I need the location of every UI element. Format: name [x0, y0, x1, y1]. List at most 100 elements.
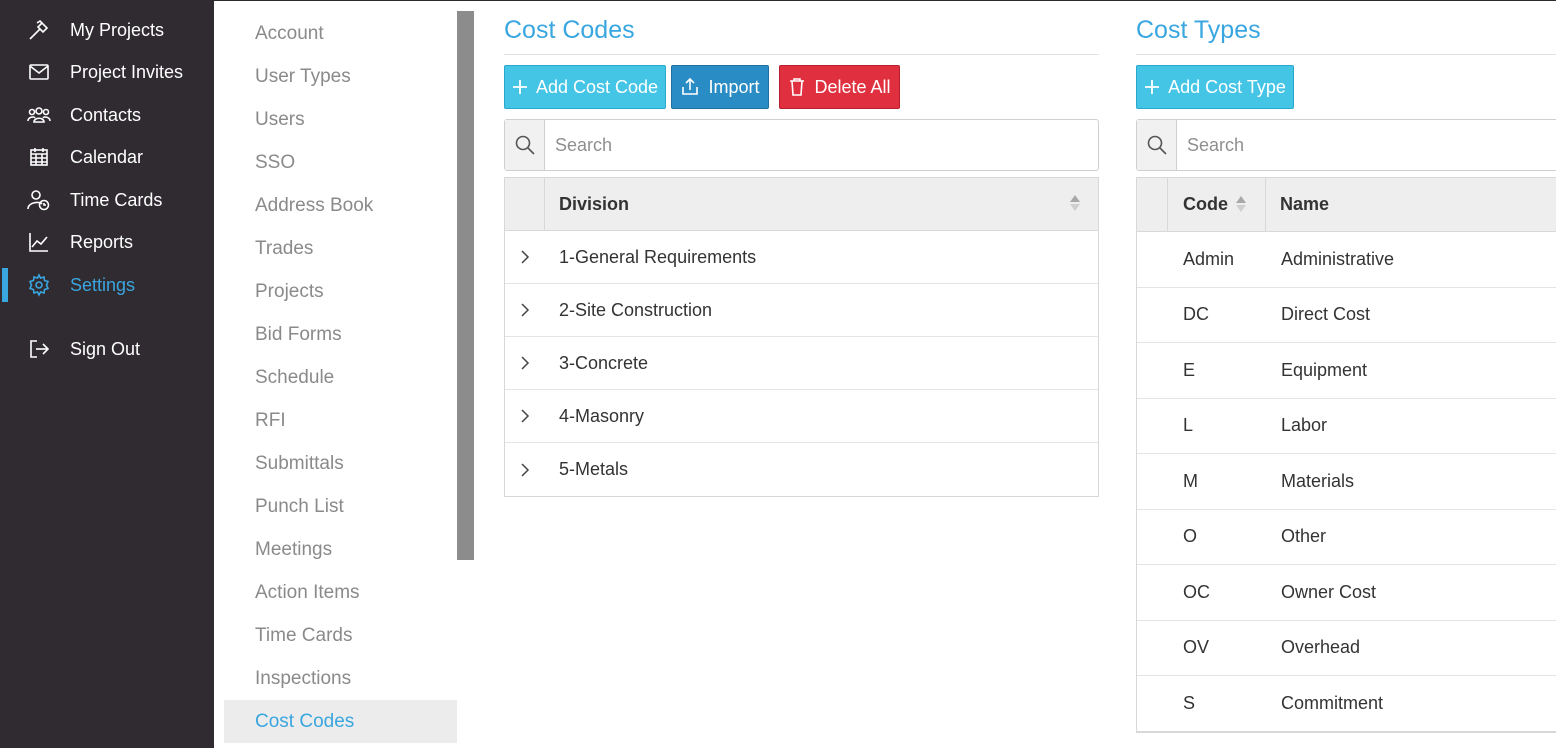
- chevron-right-icon[interactable]: [505, 409, 545, 423]
- cost-type-code: OV: [1183, 637, 1210, 658]
- nav-item-settings[interactable]: Settings: [0, 265, 214, 305]
- division-column-header[interactable]: Division: [545, 178, 1098, 230]
- table-row[interactable]: OV Overhead: [1137, 621, 1556, 676]
- gear-icon: [26, 272, 52, 298]
- trash-icon: [788, 77, 806, 97]
- cost-types-search-input[interactable]: [1177, 120, 1556, 170]
- import-button[interactable]: Import: [671, 65, 769, 109]
- add-cost-code-button[interactable]: Add Cost Code: [504, 65, 666, 109]
- table-row[interactable]: 4-Masonry: [505, 390, 1098, 443]
- division-header-label: Division: [559, 193, 630, 214]
- expand-column-header: [505, 178, 545, 230]
- nav-item-time-cards[interactable]: Time Cards: [0, 180, 214, 220]
- chevron-right-icon[interactable]: [505, 250, 545, 264]
- select-column-header: [1137, 178, 1168, 231]
- settings-menu-scrollbar[interactable]: [457, 11, 474, 560]
- cost-type-code: DC: [1183, 304, 1209, 325]
- settings-item-submittals[interactable]: Submittals: [224, 442, 457, 485]
- cost-type-code: OC: [1183, 581, 1210, 602]
- settings-item-schedule[interactable]: Schedule: [224, 356, 457, 399]
- settings-item-account[interactable]: Account: [224, 12, 457, 55]
- nav-label: Contacts: [70, 104, 142, 125]
- settings-item-inspections[interactable]: Inspections: [224, 657, 457, 700]
- table-row[interactable]: O Other: [1137, 510, 1556, 565]
- table-row[interactable]: 5-Metals: [505, 443, 1098, 496]
- division-name: 3-Concrete: [559, 352, 649, 373]
- cost-type-name: Equipment: [1281, 359, 1368, 380]
- nav-label: Settings: [70, 274, 136, 295]
- settings-item-bid-forms[interactable]: Bid Forms: [224, 313, 457, 356]
- cost-type-code: O: [1183, 526, 1198, 547]
- settings-item-users[interactable]: Users: [224, 98, 457, 141]
- cost-codes-search-input[interactable]: [545, 120, 1098, 170]
- division-name: 1-General Requirements: [559, 246, 757, 267]
- code-column-header[interactable]: Code: [1168, 178, 1266, 231]
- table-row[interactable]: 3-Concrete: [505, 337, 1098, 390]
- cost-type-name: Direct Cost: [1281, 304, 1371, 325]
- table-row[interactable]: E Equipment: [1137, 343, 1556, 399]
- cost-codes-title: Cost Codes: [504, 16, 635, 44]
- search-icon: [1137, 120, 1177, 170]
- plus-icon: [512, 79, 528, 95]
- cost-type-name: Administrative: [1281, 248, 1395, 269]
- settings-item-user-types[interactable]: User Types: [224, 55, 457, 98]
- user-clock-icon: [26, 187, 52, 213]
- envelope-icon: [26, 59, 52, 85]
- cost-type-name: Owner Cost: [1281, 581, 1377, 602]
- cost-types-search: [1136, 119, 1556, 171]
- table-row[interactable]: Admin Administrative: [1137, 232, 1556, 288]
- sort-icon: [1236, 196, 1246, 212]
- name-column-header[interactable]: Name: [1266, 178, 1556, 231]
- settings-item-punch-list[interactable]: Punch List: [224, 485, 457, 528]
- settings-item-action-items[interactable]: Action Items: [224, 571, 457, 614]
- settings-item-address-book[interactable]: Address Book: [224, 184, 457, 227]
- table-row[interactable]: 1-General Requirements: [505, 231, 1098, 284]
- cost-types-divider: [1136, 54, 1556, 55]
- people-icon: [26, 102, 52, 128]
- cost-type-name: Materials: [1281, 470, 1355, 491]
- delete-all-button[interactable]: Delete All: [779, 65, 900, 109]
- nav-item-my-projects[interactable]: My Projects: [0, 10, 214, 50]
- delete-all-label: Delete All: [814, 76, 891, 97]
- cost-type-name: Labor: [1281, 415, 1328, 436]
- chevron-right-icon[interactable]: [505, 303, 545, 317]
- settings-menu: Account User Types Users SSO Address Boo…: [224, 12, 457, 743]
- nav-label: Reports: [70, 231, 134, 252]
- settings-item-projects[interactable]: Projects: [224, 270, 457, 313]
- settings-item-sso[interactable]: SSO: [224, 141, 457, 184]
- nav-item-reports[interactable]: Reports: [0, 222, 214, 262]
- table-row[interactable]: 2-Site Construction: [505, 284, 1098, 337]
- table-row[interactable]: M Materials: [1137, 454, 1556, 510]
- cost-type-name: Other: [1281, 526, 1327, 547]
- chevron-right-icon[interactable]: [505, 462, 545, 477]
- add-cost-type-button[interactable]: Add Cost Type: [1136, 65, 1294, 109]
- division-name: 5-Metals: [559, 459, 629, 479]
- settings-item-cost-codes[interactable]: Cost Codes: [224, 700, 457, 743]
- chevron-right-icon[interactable]: [505, 356, 545, 370]
- nav-item-project-invites[interactable]: Project Invites: [0, 52, 214, 92]
- nav-item-calendar[interactable]: Calendar: [0, 137, 214, 177]
- settings-item-trades[interactable]: Trades: [224, 227, 457, 270]
- cost-type-name: Commitment: [1281, 692, 1384, 713]
- nav-label: Project Invites: [70, 61, 184, 82]
- sort-icon: [1070, 195, 1080, 211]
- settings-item-time-cards[interactable]: Time Cards: [224, 614, 457, 657]
- cost-types-title: Cost Types: [1136, 16, 1261, 44]
- nav-item-contacts[interactable]: Contacts: [0, 95, 214, 135]
- table-row[interactable]: L Labor: [1137, 399, 1556, 454]
- top-border: [0, 0, 1556, 1]
- table-row[interactable]: DC Direct Cost: [1137, 288, 1556, 343]
- main-sidebar: My Projects Project Invites Contacts Cal…: [0, 0, 214, 748]
- settings-item-meetings[interactable]: Meetings: [224, 528, 457, 571]
- cost-codes-divider: [504, 54, 1099, 55]
- settings-item-rfi[interactable]: RFI: [224, 399, 457, 442]
- cost-type-code: S: [1183, 692, 1196, 713]
- sign-out-icon: [26, 336, 52, 362]
- nav-label: Calendar: [70, 146, 144, 167]
- table-row[interactable]: S Commitment: [1137, 676, 1556, 732]
- cost-types-table: Code Name Admin Administrative DC Direct…: [1136, 177, 1556, 733]
- nav-label: Time Cards: [70, 189, 163, 210]
- table-row[interactable]: OC Owner Cost: [1137, 565, 1556, 621]
- nav-item-sign-out[interactable]: Sign Out: [0, 329, 214, 369]
- name-header-label: Name: [1280, 194, 1330, 214]
